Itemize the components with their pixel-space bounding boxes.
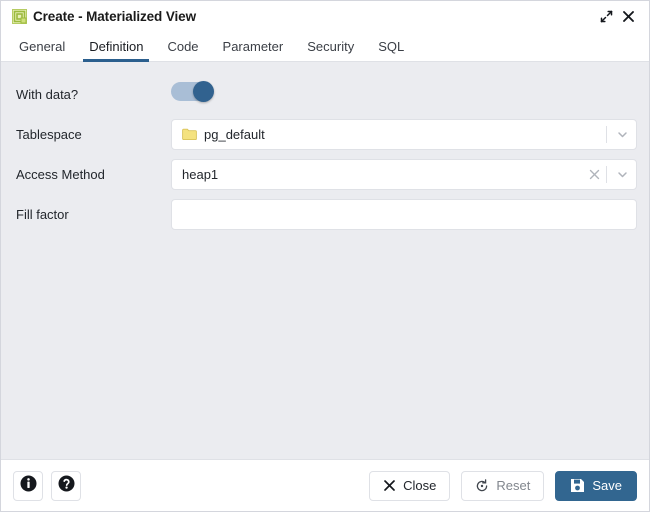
tab-security[interactable]: Security [295, 31, 366, 61]
folder-icon [182, 128, 197, 141]
footer-right-group: Close Reset [369, 471, 637, 501]
create-materialized-view-dialog: Create - Materialized View General Defin… [0, 0, 650, 512]
tab-general[interactable]: General [7, 31, 77, 61]
toggle-knob [193, 81, 214, 102]
reset-button-label: Reset [496, 478, 530, 493]
materialized-view-icon [12, 9, 27, 24]
access-method-value: heap1 [182, 167, 583, 182]
save-button[interactable]: Save [555, 471, 637, 501]
reset-button[interactable]: Reset [461, 471, 544, 501]
info-icon [20, 475, 37, 497]
tablespace-value: pg_default [204, 127, 265, 142]
tab-definition[interactable]: Definition [77, 31, 155, 61]
tablespace-control: pg_default [171, 119, 637, 150]
tab-code[interactable]: Code [155, 31, 210, 61]
dialog-footer: Close Reset [1, 459, 649, 511]
clear-icon[interactable] [583, 169, 605, 180]
chevron-down-icon[interactable] [608, 128, 636, 141]
with-data-control [171, 82, 637, 106]
chevron-down-icon[interactable] [608, 168, 636, 181]
row-with-data: With data? [13, 74, 637, 114]
fill-factor-label: Fill factor [13, 207, 171, 222]
expand-icon[interactable] [595, 5, 617, 27]
close-button[interactable]: Close [369, 471, 450, 501]
row-tablespace: Tablespace pg_default [13, 114, 637, 154]
info-button[interactable] [13, 471, 43, 501]
access-method-select[interactable]: heap1 [171, 159, 637, 190]
access-method-control: heap1 [171, 159, 637, 190]
tablespace-divider [606, 126, 607, 143]
help-icon [58, 475, 75, 497]
fill-factor-control [171, 199, 637, 230]
tab-bar: General Definition Code Parameter Securi… [1, 31, 649, 62]
row-access-method: Access Method heap1 [13, 154, 637, 194]
reset-icon [475, 479, 489, 493]
access-method-label: Access Method [13, 167, 171, 182]
fill-factor-input-wrap[interactable] [171, 199, 637, 230]
access-method-divider [606, 166, 607, 183]
footer-left-group [13, 471, 81, 501]
tablespace-actions [605, 120, 636, 149]
help-button[interactable] [51, 471, 81, 501]
close-icon[interactable] [617, 5, 639, 27]
dialog-titlebar: Create - Materialized View [1, 1, 649, 31]
tab-sql[interactable]: SQL [366, 31, 416, 61]
save-icon [570, 478, 585, 493]
tab-parameter[interactable]: Parameter [211, 31, 296, 61]
access-method-actions [583, 160, 636, 189]
save-button-label: Save [592, 478, 622, 493]
tablespace-select[interactable]: pg_default [171, 119, 637, 150]
row-fill-factor: Fill factor [13, 194, 637, 234]
page-title: Create - Materialized View [33, 9, 196, 24]
tablespace-label: Tablespace [13, 127, 171, 142]
with-data-toggle[interactable] [171, 82, 213, 101]
tablespace-value-wrap: pg_default [182, 127, 605, 142]
close-icon [383, 479, 396, 492]
definition-form: With data? Tablespace pg_def [1, 62, 649, 459]
close-button-label: Close [403, 478, 436, 493]
with-data-label: With data? [13, 87, 171, 102]
